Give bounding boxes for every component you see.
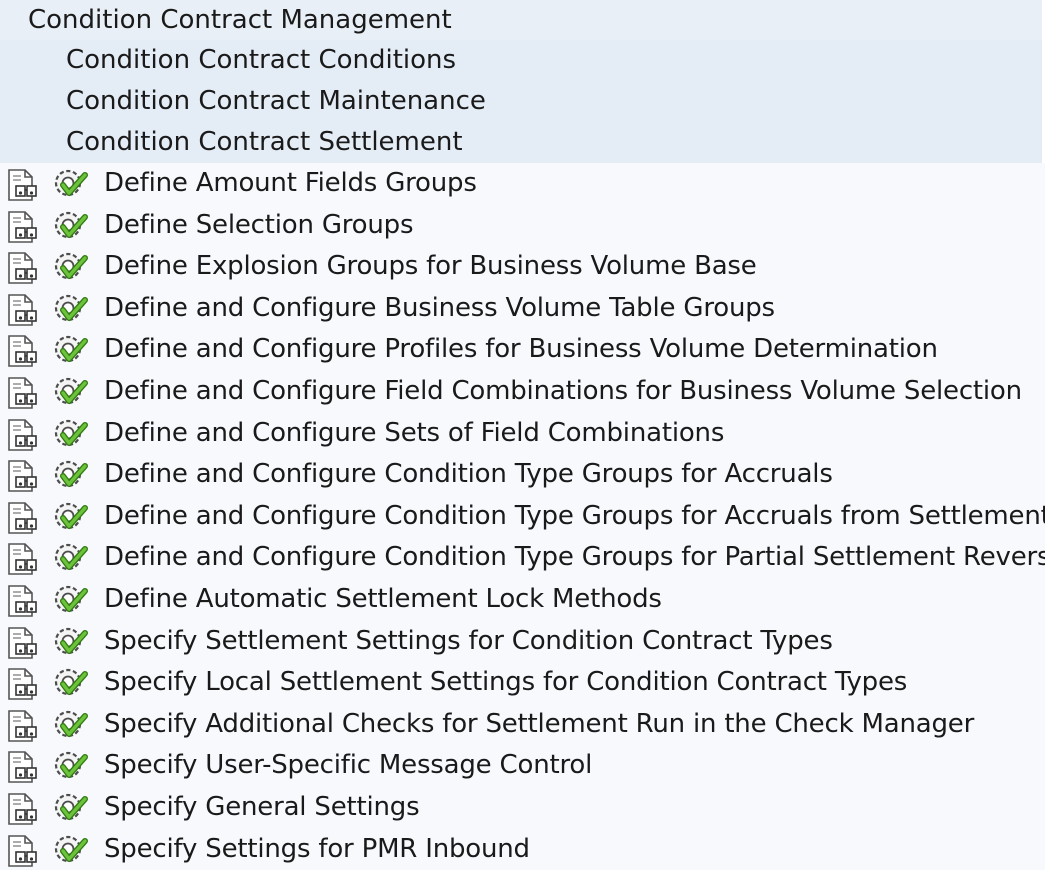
documentation-icon[interactable] [6, 543, 40, 576]
activity-label[interactable]: Define and Configure Condition Type Grou… [104, 454, 833, 496]
execute-activity-icon[interactable] [51, 166, 89, 202]
tree-activity-row[interactable]: Define and Configure Field Combinations … [0, 371, 1045, 413]
tree-node-label: Condition Contract Maintenance [66, 86, 486, 116]
tree-activity-row[interactable]: Define Amount Fields Groups [0, 163, 1045, 205]
documentation-icon[interactable] [6, 460, 40, 492]
activity-label[interactable]: Define Automatic Settlement Lock Methods [104, 579, 662, 621]
execute-activity-icon[interactable] [51, 457, 89, 493]
tree-node-label: Condition Contract Management [28, 5, 452, 35]
activity-label[interactable]: Define and Configure Condition Type Grou… [104, 537, 1045, 579]
activity-label[interactable]: Specify Additional Checks for Settlement… [104, 704, 974, 746]
tree-node-condition-contract-conditions[interactable]: Condition Contract Conditions [0, 40, 1042, 82]
activity-label[interactable]: Specify General Settings [104, 787, 420, 829]
execute-activity-icon[interactable] [51, 332, 89, 368]
documentation-icon[interactable] [6, 169, 40, 201]
activity-label[interactable]: Define and Configure Condition Type Grou… [104, 496, 1045, 538]
documentation-icon[interactable] [6, 418, 40, 451]
activity-label[interactable]: Specify Local Settlement Settings for Co… [104, 662, 907, 704]
tree-activity-row[interactable]: Define Explosion Groups for Business Vol… [0, 246, 1045, 288]
tree-node-condition-contract-settlement[interactable]: Condition Contract Settlement [0, 122, 1042, 164]
activity-label[interactable]: Define and Configure Profiles for Busine… [104, 329, 938, 371]
tree-activity-row[interactable]: Define Selection Groups [0, 204, 1045, 247]
activity-label[interactable]: Define Explosion Groups for Business Vol… [104, 246, 757, 288]
activity-label[interactable]: Define and Configure Sets of Field Combi… [104, 413, 724, 455]
tree-activity-row[interactable]: Define and Configure Profiles for Busine… [0, 329, 1045, 371]
documentation-icon[interactable] [6, 668, 40, 700]
tree-activity-row[interactable]: Specify Additional Checks for Settlement… [0, 703, 1045, 746]
activity-label[interactable]: Define Amount Fields Groups [104, 163, 477, 205]
tree-activity-row[interactable]: Specify User-Specific Message Control [0, 745, 1045, 787]
tree-activity-row[interactable]: Specify Local Settlement Settings for Co… [0, 662, 1045, 704]
tree-activity-row[interactable]: Specify Settlement Settings for Conditio… [0, 620, 1045, 663]
documentation-icon[interactable] [6, 501, 40, 534]
documentation-icon[interactable] [6, 709, 40, 742]
execute-activity-icon[interactable] [51, 790, 89, 826]
tree-activity-row[interactable]: Define and Configure Condition Type Grou… [0, 495, 1045, 538]
activity-label[interactable]: Define Selection Groups [104, 205, 414, 247]
tree-activity-row[interactable]: Specify General Settings [0, 787, 1045, 829]
execute-activity-icon[interactable] [51, 416, 89, 452]
execute-activity-icon[interactable] [51, 665, 89, 701]
documentation-icon[interactable] [6, 377, 40, 409]
activity-label[interactable]: Define and Configure Business Volume Tab… [104, 288, 775, 330]
activity-label[interactable]: Define and Configure Field Combinations … [104, 371, 1022, 413]
tree-activity-row[interactable]: Define and Configure Sets of Field Combi… [0, 412, 1045, 455]
execute-activity-icon[interactable] [51, 748, 89, 784]
execute-activity-icon[interactable] [51, 499, 89, 535]
tree-node-condition-contract-management[interactable]: Condition Contract Management [0, 0, 1042, 42]
tree-activity-row[interactable]: Define Automatic Settlement Lock Methods [0, 579, 1045, 621]
documentation-icon[interactable] [6, 335, 40, 368]
tree-activity-row[interactable]: Define and Configure Condition Type Grou… [0, 537, 1045, 579]
execute-activity-icon[interactable] [51, 540, 89, 576]
documentation-icon[interactable] [6, 252, 40, 284]
customizing-tree: Condition Contract Management Condition … [0, 0, 1045, 871]
execute-activity-icon[interactable] [51, 832, 89, 868]
execute-activity-icon[interactable] [51, 707, 89, 743]
documentation-icon[interactable] [6, 585, 40, 617]
activity-label[interactable]: Specify Settlement Settings for Conditio… [104, 621, 833, 663]
documentation-icon[interactable] [6, 751, 40, 784]
tree-node-condition-contract-maintenance[interactable]: Condition Contract Maintenance [0, 81, 1042, 123]
tree-activity-row[interactable]: Specify Settings for PMR Inbound [0, 828, 1045, 871]
tree-node-label: Condition Contract Conditions [66, 45, 457, 75]
documentation-icon[interactable] [6, 626, 40, 659]
documentation-icon[interactable] [6, 210, 40, 243]
execute-activity-icon[interactable] [51, 582, 89, 618]
activity-label[interactable]: Specify Settings for PMR Inbound [104, 829, 530, 871]
execute-activity-icon[interactable] [51, 624, 89, 660]
tree-activity-row[interactable]: Define and Configure Condition Type Grou… [0, 454, 1045, 496]
execute-activity-icon[interactable] [51, 208, 89, 244]
activity-label[interactable]: Specify User-Specific Message Control [104, 745, 592, 787]
tree-node-label: Condition Contract Settlement [66, 127, 463, 157]
execute-activity-icon[interactable] [51, 249, 89, 285]
documentation-icon[interactable] [6, 834, 40, 867]
tree-activity-row[interactable]: Define and Configure Business Volume Tab… [0, 287, 1045, 330]
execute-activity-icon[interactable] [51, 291, 89, 327]
documentation-icon[interactable] [6, 793, 40, 825]
execute-activity-icon[interactable] [51, 374, 89, 410]
documentation-icon[interactable] [6, 293, 40, 326]
